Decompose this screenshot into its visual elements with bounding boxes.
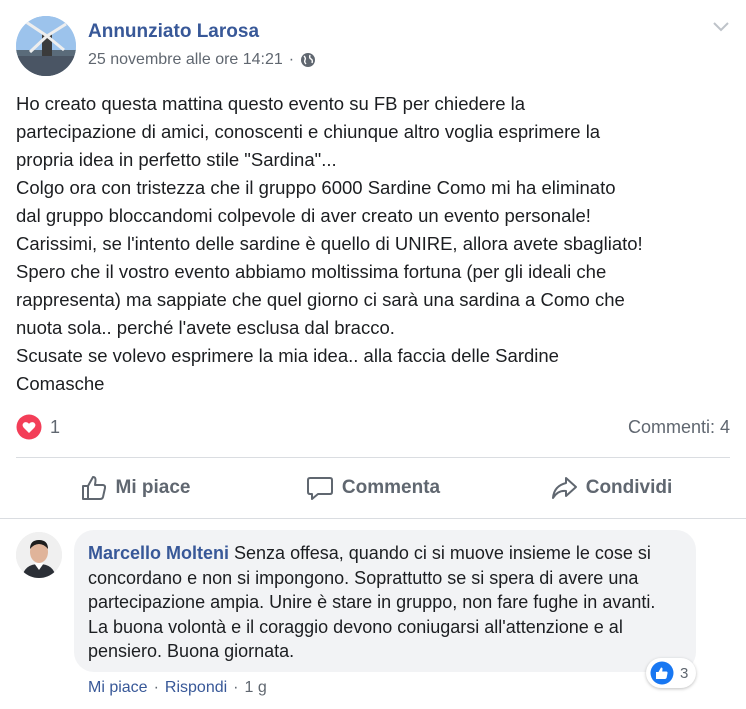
comments-count-link[interactable]: Commenti: 4 [628,417,730,438]
share-arrow-icon [551,477,577,499]
comment-button[interactable]: Commenta [254,462,492,514]
chevron-down-icon[interactable] [712,20,730,34]
comment-actions: Mi piace · Rispondi · 1 g [88,679,267,697]
post-header: Annunziato Larosa 25 novembre alle ore 1… [16,16,730,78]
comment: Marcello Molteni Senza offesa, quando ci… [16,530,730,705]
reaction-count[interactable]: 1 [50,417,60,438]
like-button-label: Mi piace [115,477,191,498]
comment-reply-link[interactable]: Rispondi [165,679,227,697]
comment-time[interactable]: 1 g [245,679,267,697]
commenter-avatar[interactable] [16,532,62,578]
reactions-bar: 1 Commenti: 4 [16,410,730,444]
comment-separator: · [233,679,239,696]
comment-bubble: Marcello Molteni Senza offesa, quando ci… [74,530,696,672]
thumbs-up-icon [81,476,106,500]
comment-button-label: Commenta [341,477,441,498]
post-actions: Mi piace Commenta Condividi [16,462,730,514]
meta-separator: · [288,51,295,68]
windmill-photo-icon [16,16,76,76]
post-timestamp[interactable]: 25 novembre alle ore 14:21 [88,51,283,69]
like-button[interactable]: Mi piace [16,462,254,514]
comment-reaction-count: 3 [680,664,689,682]
share-button[interactable]: Condividi [492,462,730,514]
person-photo-icon [16,532,62,578]
post-meta: 25 novembre alle ore 14:21 · [88,51,316,69]
divider [0,518,746,519]
author-name[interactable]: Annunziato Larosa [88,21,259,43]
comment-separator: · [153,679,159,696]
like-reaction-icon [650,661,674,685]
comment-bubble-icon [306,477,333,500]
author-avatar[interactable] [16,16,76,76]
share-button-label: Condividi [585,477,673,498]
comment-like-link[interactable]: Mi piace [88,679,148,697]
divider [16,457,730,458]
comment-author[interactable]: Marcello Molteni [88,543,229,563]
post-body-text: Ho creato questa mattina questo evento s… [16,93,643,394]
heart-icon[interactable] [16,414,42,440]
comment-reactions[interactable]: 3 [646,658,697,688]
globe-icon[interactable] [300,52,316,68]
